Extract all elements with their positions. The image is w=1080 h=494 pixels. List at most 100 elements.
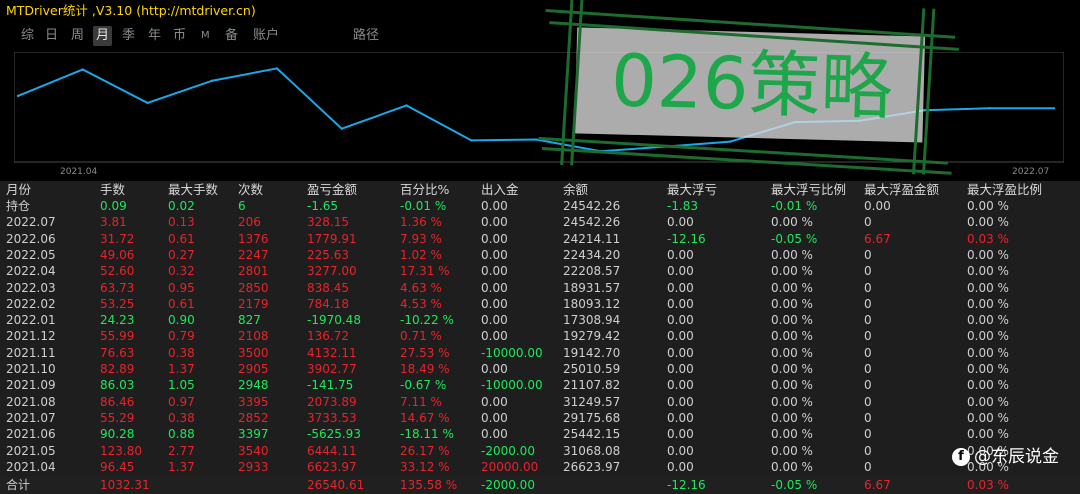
table-cell: 0 (864, 394, 872, 409)
table-row[interactable]: 2022.04 52.60 0.32 2801 3277.00 17.31 % 0.00 22… (0, 263, 1080, 280)
table-cell: 17308.94 (563, 313, 621, 328)
table-cell: 0 (864, 443, 872, 458)
table-row[interactable]: 持仓 0.09 0.02 6 -1.65 -0.01 % 0.00 24542.26 -1.83… (0, 198, 1080, 215)
column-header[interactable]: 手数 (100, 181, 125, 198)
table-cell: 0.00 % (771, 313, 813, 328)
table-cell: 2021.09 (6, 378, 56, 393)
table-cell: 19279.42 (563, 329, 621, 344)
table-cell: 0.00 % (771, 329, 813, 344)
table-cell: 3277.00 (307, 264, 357, 279)
table-row[interactable]: 2021.11 76.63 0.38 3500 4132.11 27.53 % -10000… (0, 345, 1080, 362)
table-cell: 2073.89 (307, 394, 357, 409)
table-cell: 0 (864, 427, 872, 442)
tab-6[interactable]: 币 (170, 26, 189, 46)
column-header[interactable]: 最大手数 (168, 181, 218, 198)
table-row[interactable]: 2022.07 3.81 0.13 206 328.15 1.36 % 0.00 24542.… (0, 214, 1080, 231)
tab-0[interactable]: 综 (18, 26, 37, 46)
tab-7[interactable]: M (198, 26, 213, 46)
table-row[interactable]: 2022.02 53.25 0.61 2179 784.18 4.53 % 0.00 1809… (0, 296, 1080, 313)
table-cell: 0.00 (667, 427, 694, 442)
table-cell: -2000.00 (481, 443, 535, 458)
table-row[interactable]: 2022.03 63.73 0.95 2850 838.45 4.63 % 0.00 1893… (0, 280, 1080, 297)
table-cell: 0.61 (168, 231, 195, 246)
table-cell: 0.97 (168, 394, 195, 409)
table-cell: 1779.91 (307, 231, 357, 246)
total-cell: 1032.31 (100, 478, 150, 493)
table-row[interactable]: 2021.07 55.29 0.38 2852 3733.53 14.67 % 0.00 29… (0, 410, 1080, 427)
table-cell: 18931.57 (563, 280, 621, 295)
column-header[interactable]: 最大浮盈金额 (864, 181, 939, 198)
table-row[interactable]: 2022.06 31.72 0.61 1376 1779.91 7.93 % 0.00 242… (0, 231, 1080, 248)
table-row[interactable]: 2021.05 123.80 2.77 3540 6444.11 26.17 % -2000… (0, 443, 1080, 460)
table-cell: 2021.08 (6, 394, 56, 409)
table-cell: 0.79 (168, 329, 195, 344)
x-tick-end: 2022.07 (1012, 167, 1049, 176)
tab-8[interactable]: 备 (222, 26, 241, 46)
table-cell: 2852 (238, 410, 269, 425)
table-cell: 0.00 (481, 362, 508, 376)
table-cell: 0.27 (168, 247, 195, 262)
tab-9[interactable]: 账户 (250, 26, 282, 46)
table-row[interactable]: 2021.08 86.46 0.97 3395 2073.89 7.11 % 0.00 312… (0, 394, 1080, 411)
tab-2[interactable]: 周 (68, 26, 87, 46)
table-cell: 52.60 (100, 264, 135, 279)
table-cell: 86.03 (100, 378, 135, 393)
column-header[interactable]: 出入金 (481, 181, 519, 198)
table-cell: 0 (864, 329, 872, 344)
table-cell: 1.37 (168, 459, 195, 474)
column-header[interactable]: 百分比% (400, 181, 449, 198)
column-header[interactable]: 月份 (6, 181, 31, 198)
column-header[interactable]: 余额 (563, 181, 588, 198)
table-cell: 3902.77 (307, 362, 357, 376)
table-cell: -10.22 % (400, 313, 454, 328)
table-cell: 0 (864, 362, 872, 376)
table-cell: 0 (864, 280, 872, 295)
column-header[interactable]: 最大浮亏 (667, 181, 717, 198)
balance-point (340, 127, 343, 130)
table-row[interactable]: 2021.09 86.03 1.05 2948 -141.75 -0.67 % -10000… (0, 377, 1080, 394)
tab-10[interactable]: 路径 (350, 26, 382, 46)
table-cell: 22208.57 (563, 264, 621, 279)
table-cell: 2021.04 (6, 459, 56, 474)
tab-5[interactable]: 年 (145, 26, 164, 46)
column-header[interactable]: 次数 (238, 181, 263, 198)
table-cell: 0.00 (667, 443, 694, 458)
table-cell: 0.95 (168, 280, 195, 295)
balance-point (275, 67, 279, 70)
tab-4[interactable]: 季 (119, 26, 138, 46)
column-header[interactable]: 最大浮亏比例 (771, 181, 846, 198)
table-row[interactable]: 2022.01 24.23 0.90 827 -1970.48 -10.22 % 0.00 1… (0, 312, 1080, 329)
table-cell: 33.12 % (400, 459, 450, 474)
table-cell: 2022.07 (6, 215, 56, 230)
facebook-icon: f (952, 448, 970, 466)
tab-1[interactable]: 日 (42, 26, 61, 46)
table-row[interactable]: 2021.10 82.89 1.37 2905 3902.77 18.49 % 0.00 25… (0, 361, 1080, 378)
table-cell: 0 (864, 215, 872, 230)
column-header[interactable]: 盈亏金额 (307, 181, 357, 198)
table-cell: 0.00 (481, 231, 508, 246)
table-row[interactable]: 2022.05 49.06 0.27 2247 225.63 1.02 % 0.00 2243… (0, 247, 1080, 264)
table-cell: 1.02 % (400, 247, 442, 262)
table-cell: 2022.05 (6, 247, 56, 262)
table-cell: 0.00 (667, 459, 694, 474)
table-cell: -12.16 (667, 231, 706, 246)
table-cell: 0 (864, 459, 872, 474)
table-cell: 3.81 (100, 215, 127, 230)
tab-3[interactable]: 月 (93, 26, 113, 46)
table-cell: 0.00 (481, 329, 508, 344)
table-cell: 25010.59 (563, 362, 621, 376)
table-row[interactable]: 2021.12 55.99 0.79 2108 136.72 0.71 % 0.00 1927… (0, 328, 1080, 345)
table-row[interactable]: 2021.04 96.45 1.37 2933 6623.97 33.12 % 20000.… (0, 459, 1080, 476)
column-header[interactable]: 最大浮盈比例 (967, 181, 1042, 198)
table-cell: 0.00 (481, 410, 508, 425)
strategy-stamp: 026策略 (538, 0, 959, 175)
stats-table: 月份 手数 最大手数 次数 盈亏金额 百分比% 出入金 余额 最大浮亏 最大浮亏比例 最大浮盈金额 最… (0, 181, 1080, 494)
table-cell: 2247 (238, 247, 269, 262)
table-cell: 6444.11 (307, 443, 357, 458)
table-cell: 0.00 % (967, 264, 1009, 279)
table-cell: 206 (238, 215, 261, 230)
balance-point (16, 94, 20, 98)
table-cell: 3733.53 (307, 410, 357, 425)
total-cell: 6.67 (864, 478, 891, 493)
table-row[interactable]: 2021.06 90.28 0.88 3397 -5625.93 -18.11 % 0.00… (0, 426, 1080, 443)
